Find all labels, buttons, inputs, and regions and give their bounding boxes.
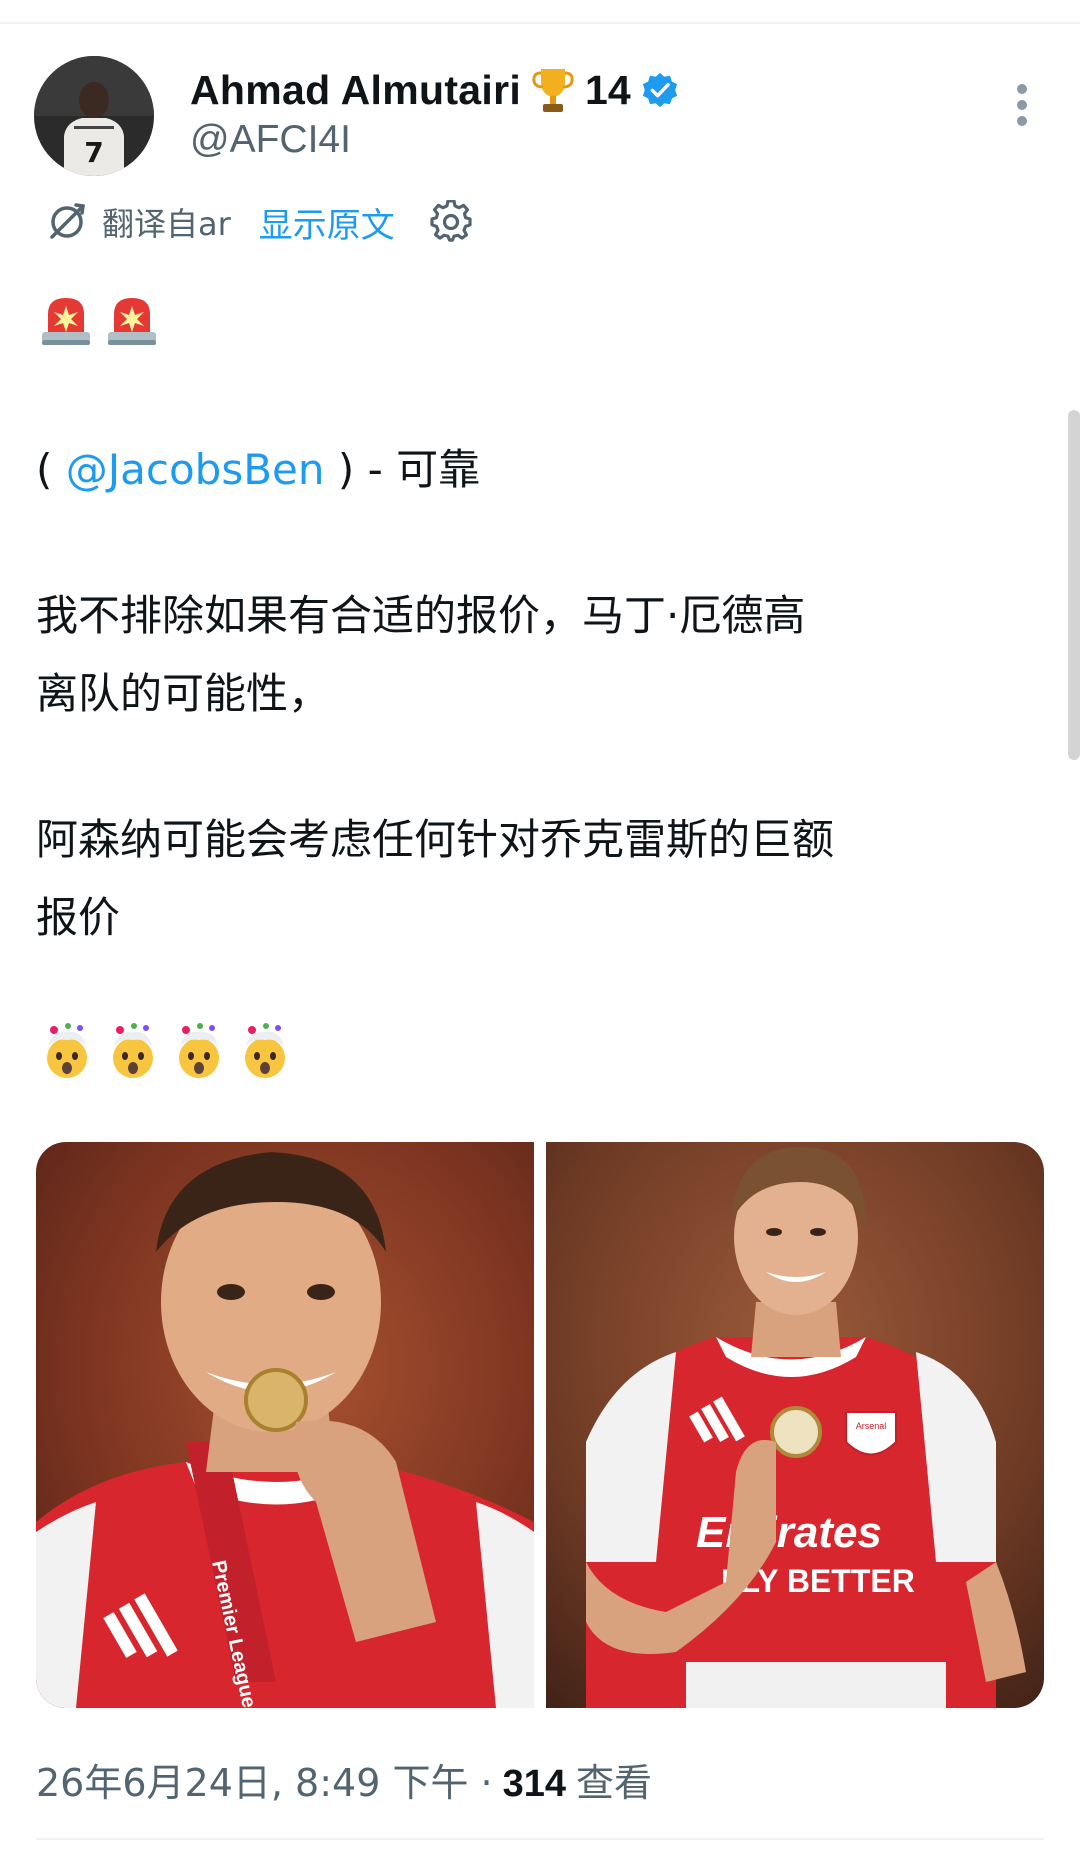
author-name-row[interactable]: Ahmad Almutairi 14 bbox=[190, 62, 679, 118]
photo-left[interactable]: Premier League bbox=[36, 1142, 534, 1708]
avatar-shirt-number: 7 bbox=[84, 136, 103, 169]
top-divider bbox=[0, 22, 1080, 24]
siren-emoji-row bbox=[38, 290, 160, 348]
badge-count: 14 bbox=[585, 66, 631, 113]
exploding-head-emoji bbox=[179, 1023, 219, 1078]
author-handle[interactable]: @AFCI4I bbox=[190, 118, 351, 162]
mention-link[interactable]: @JacobsBen bbox=[66, 445, 325, 494]
exploding-head-emoji bbox=[47, 1023, 87, 1078]
verified-badge-icon bbox=[642, 72, 677, 108]
tweet-text-line: 离队的可能性， bbox=[36, 669, 331, 718]
timestamp[interactable]: 26年6月24日, 8:49 下午 · bbox=[36, 1752, 493, 1807]
exploding-head-emoji bbox=[245, 1023, 285, 1078]
more-options-icon[interactable] bbox=[1000, 80, 1044, 130]
translate-icon bbox=[50, 203, 85, 239]
tweet-text-line: 阿森纳可能会考虑任何针对乔克雷斯的巨额 bbox=[36, 815, 835, 864]
exploding-head-emoji-row bbox=[38, 1022, 294, 1080]
scrollbar-thumb[interactable] bbox=[1068, 410, 1080, 760]
mention-suffix: ) - 可靠 bbox=[324, 445, 481, 494]
crest-text: Arsenal bbox=[856, 1421, 887, 1431]
shirt-sponsor-line1: Emirates bbox=[696, 1508, 882, 1557]
author-display-name[interactable]: Ahmad Almutairi bbox=[190, 67, 521, 114]
tweet-text-line: 报价 bbox=[36, 893, 121, 942]
bottom-divider bbox=[36, 1838, 1044, 1840]
tweet-media[interactable]: Premier League Emirates FLY BETTER Arsen… bbox=[36, 1142, 1044, 1708]
siren-emoji bbox=[42, 298, 90, 345]
show-original-link[interactable]: 显示原文 bbox=[259, 198, 395, 247]
exploding-head-emoji bbox=[113, 1023, 153, 1078]
tweet-meta: 26年6月24日, 8:49 下午 · 314 查看 bbox=[36, 1752, 652, 1807]
views-count: 314 bbox=[502, 1763, 567, 1805]
photo-right[interactable]: Emirates FLY BETTER Arsenal bbox=[546, 1142, 1044, 1708]
tweet-source-line: ( @JacobsBen ) - 可靠 bbox=[36, 436, 480, 497]
trophy-icon bbox=[532, 69, 574, 112]
tweet-text-line: 我不排除如果有合适的报价，马丁·厄德高 bbox=[36, 591, 806, 640]
settings-gear-icon[interactable] bbox=[429, 200, 473, 244]
views-label: 查看 bbox=[576, 1761, 653, 1805]
mention-open-paren: ( bbox=[36, 445, 66, 494]
translated-from-label: 翻译自ar bbox=[102, 205, 231, 243]
avatar[interactable]: 7 bbox=[34, 56, 154, 176]
siren-emoji bbox=[108, 298, 156, 345]
translation-bar: 翻译自ar 显示原文 bbox=[46, 196, 473, 248]
